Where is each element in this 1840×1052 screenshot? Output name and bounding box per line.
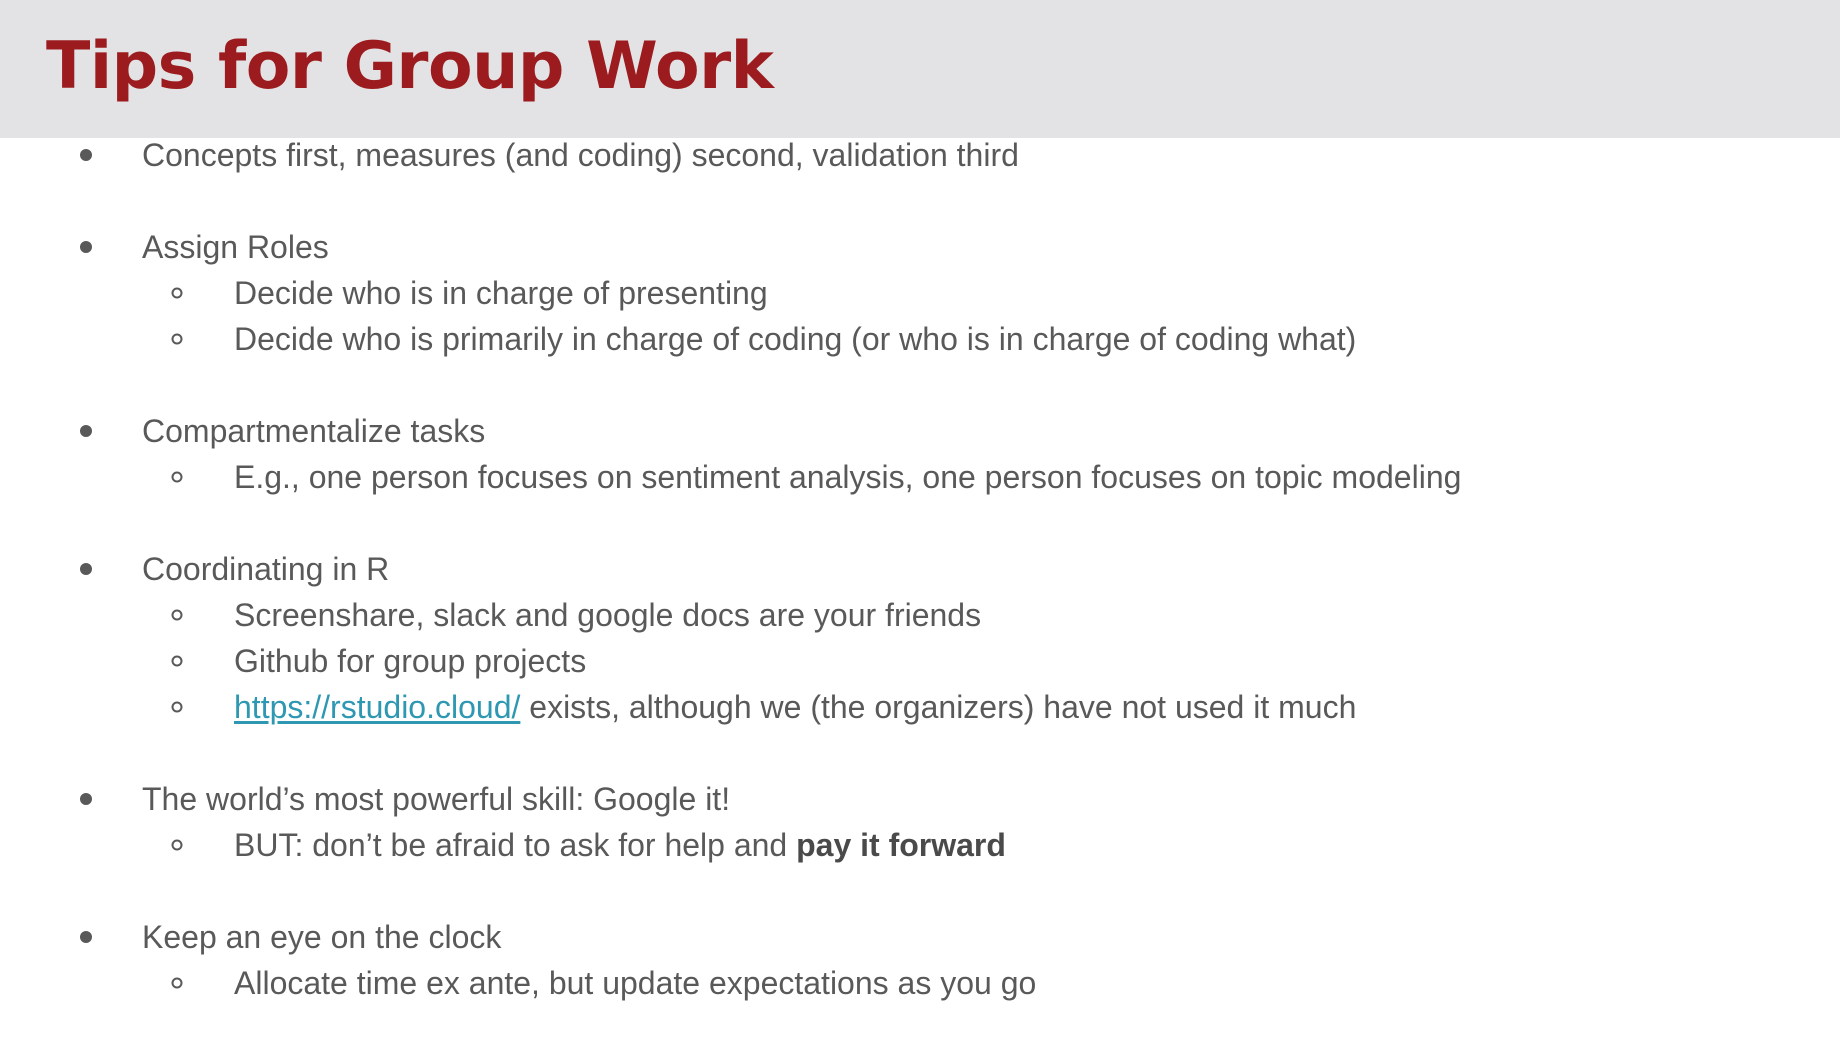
hollow-bullet-icon	[171, 471, 183, 483]
sub-bullet-item: Allocate time ex ante, but update expect…	[0, 960, 1840, 1006]
bullet-group-concepts: Concepts first, measures (and coding) se…	[0, 132, 1840, 178]
bullet-item: Compartmentalize tasks	[0, 408, 1840, 454]
bullet-group-coordinating: Coordinating in R Screenshare, slack and…	[0, 546, 1840, 730]
sub-bullet-item: Github for group projects	[0, 638, 1840, 684]
sub-bullet-text: Github for group projects	[234, 643, 587, 679]
sub-bullet-item: https://rstudio.cloud/ exists, although …	[0, 684, 1840, 730]
sub-bullet-text: Decide who is primarily in charge of cod…	[234, 321, 1357, 357]
bullet-list: Concepts first, measures (and coding) se…	[0, 132, 1840, 1052]
sub-bullet-item: Decide who is in charge of presenting	[0, 270, 1840, 316]
filled-bullet-icon	[80, 241, 92, 253]
filled-bullet-icon	[80, 563, 92, 575]
hollow-bullet-icon	[171, 333, 183, 345]
filled-bullet-icon	[80, 425, 92, 437]
hollow-bullet-icon	[171, 655, 183, 667]
sub-bullet-text: E.g., one person focuses on sentiment an…	[234, 459, 1462, 495]
rstudio-cloud-link[interactable]: https://rstudio.cloud/	[234, 689, 520, 725]
bullet-text: Assign Roles	[142, 229, 329, 265]
bullet-item: Concepts first, measures (and coding) se…	[0, 132, 1840, 178]
sub-bullet-item: Decide who is primarily in charge of cod…	[0, 316, 1840, 362]
bullet-item: Keep an eye on the clock	[0, 914, 1840, 960]
bullet-text: The world’s most powerful skill: Google …	[142, 781, 731, 817]
sub-bullet-item: E.g., one person focuses on sentiment an…	[0, 454, 1840, 500]
bullet-group-google-it: The world’s most powerful skill: Google …	[0, 776, 1840, 868]
filled-bullet-icon	[80, 931, 92, 943]
hollow-bullet-icon	[171, 287, 183, 299]
slide: Tips for Group Work Concepts first, meas…	[0, 0, 1840, 1029]
bullet-group-compartmentalize: Compartmentalize tasks E.g., one person …	[0, 408, 1840, 500]
sub-bullet-item: BUT: don’t be afraid to ask for help and…	[0, 822, 1840, 868]
title-bar: Tips for Group Work	[0, 0, 1840, 138]
bullet-group-assign-roles: Assign Roles Decide who is in charge of …	[0, 224, 1840, 362]
bullet-item: Coordinating in R	[0, 546, 1840, 592]
hollow-bullet-icon	[171, 701, 183, 713]
sub-bullet-text: BUT: don’t be afraid to ask for help and	[234, 827, 797, 863]
bullet-item: The world’s most powerful skill: Google …	[0, 776, 1840, 822]
hollow-bullet-icon	[171, 839, 183, 851]
hollow-bullet-icon	[171, 609, 183, 621]
bullet-text: Concepts first, measures (and coding) se…	[142, 137, 1019, 173]
sub-bullet-text: Allocate time ex ante, but update expect…	[234, 965, 1037, 1001]
bullet-text: Compartmentalize tasks	[142, 413, 486, 449]
bullet-text: Coordinating in R	[142, 551, 390, 587]
sub-bullet-item: Screenshare, slack and google docs are y…	[0, 592, 1840, 638]
sub-bullet-text: exists, although we (the organizers) hav…	[520, 689, 1357, 725]
bullet-text: Keep an eye on the clock	[142, 919, 502, 955]
emphasis-text: pay it forward	[796, 827, 1006, 863]
hollow-bullet-icon	[171, 977, 183, 989]
filled-bullet-icon	[80, 793, 92, 805]
sub-bullet-text: Screenshare, slack and google docs are y…	[234, 597, 982, 633]
bullet-group-clock: Keep an eye on the clock Allocate time e…	[0, 914, 1840, 1006]
filled-bullet-icon	[80, 149, 92, 161]
sub-bullet-text: Decide who is in charge of presenting	[234, 275, 768, 311]
bullet-item: Assign Roles	[0, 224, 1840, 270]
slide-title: Tips for Group Work	[46, 29, 774, 104]
